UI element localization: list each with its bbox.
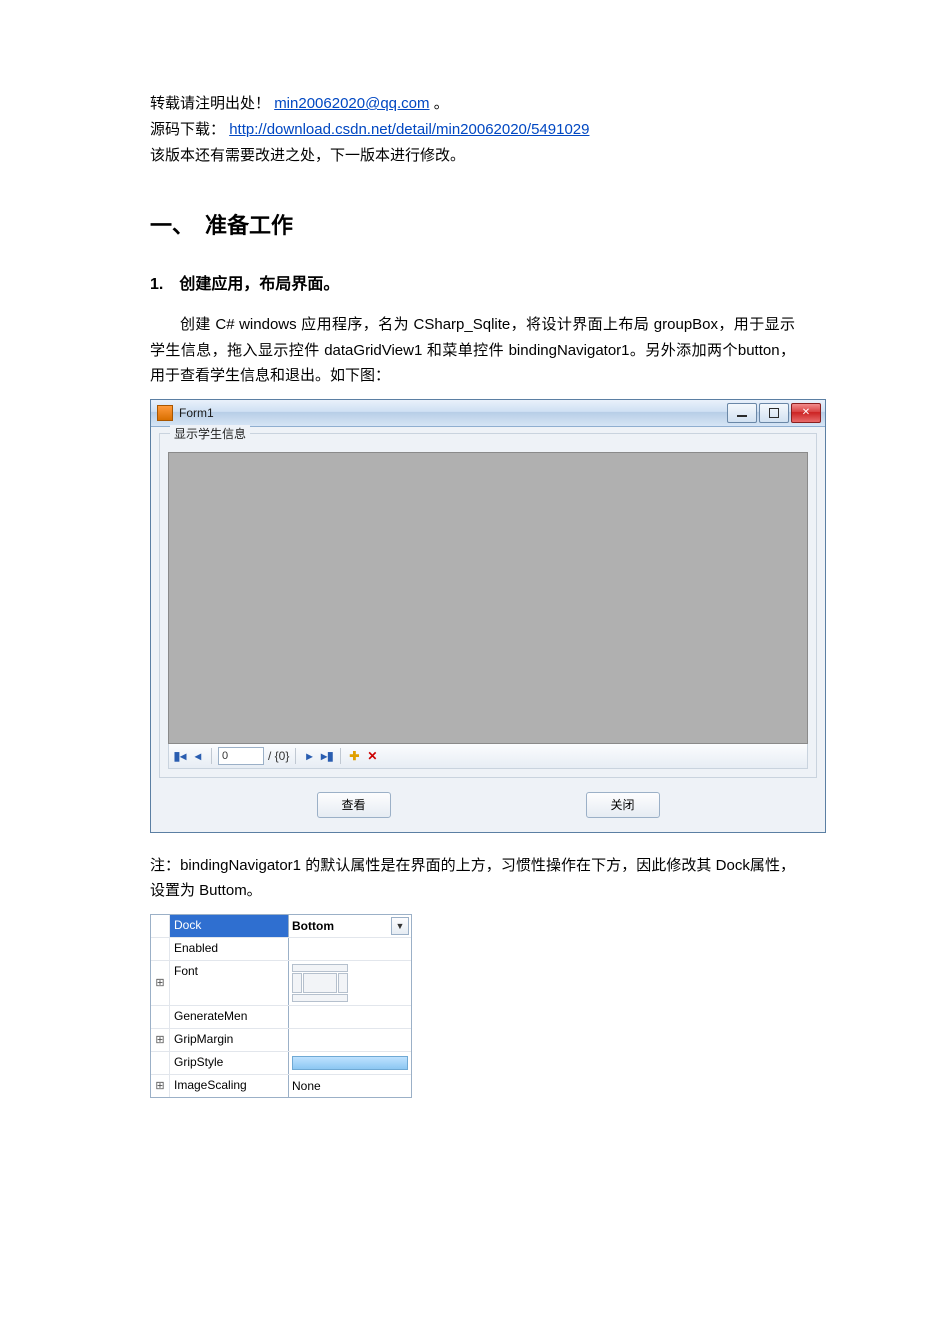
groupbox-legend: 显示学生信息 [170,425,250,442]
property-grid: DockBottom▼Enabled⊞FontGenerateMen⊞GripM… [150,914,412,1098]
expand-icon[interactable]: ⊞ [151,961,170,1005]
intro-line-3: 该版本还有需要改进之处，下一版本进行修改。 [150,144,795,168]
nav-separator [295,748,296,764]
property-row[interactable]: ⊞ImageScalingNone [151,1075,411,1097]
form1-titlebar: Form1 ✕ [151,400,825,427]
document-page: 转载请注明出处！ min20062020@qq.com 。 源码下载： http… [0,0,945,1158]
nav-delete-icon[interactable]: ✕ [365,749,379,763]
expand-icon [151,1006,170,1028]
property-value-text: None [292,1079,321,1093]
form1-title: Form1 [179,406,727,420]
property-row[interactable]: ⊞GripMargin [151,1029,411,1052]
intro-line1-suffix: 。 [434,95,449,112]
nav-separator [211,748,212,764]
nav-first-icon[interactable]: ▮◂ [173,749,187,763]
section-1-heading: 一、 准备工作 [150,208,795,240]
expand-icon [151,1052,170,1074]
nav-add-icon[interactable]: ✚ [347,749,361,763]
maximize-button[interactable] [759,403,789,423]
property-value[interactable]: None [289,1075,411,1097]
property-value[interactable] [289,1006,411,1028]
minimize-button[interactable] [727,403,757,423]
property-value[interactable]: Bottom ▼ [289,915,411,937]
groupbox-student-info: 显示学生信息 ▮◂ ◂ 0 / {0} ▸ ▸▮ ✚ ✕ [159,433,817,778]
view-button[interactable]: 查看 [317,792,391,818]
property-value[interactable] [289,1029,411,1051]
expand-icon [151,915,170,937]
window-buttons: ✕ [727,403,821,423]
property-value-text: Bottom [292,919,334,933]
property-row[interactable]: GenerateMen [151,1006,411,1029]
paragraph-1: 创建 C# windows 应用程序，名为 CSharp_Sqlite，将设计界… [150,312,795,389]
property-name: GripMargin [170,1029,289,1051]
form1-client-area: 显示学生信息 ▮◂ ◂ 0 / {0} ▸ ▸▮ ✚ ✕ 查看 [151,427,825,832]
intro-line-1: 转载请注明出处！ min20062020@qq.com 。 [150,92,795,116]
form1-window: Form1 ✕ 显示学生信息 ▮◂ ◂ 0 / {0} ▸ ▸▮ [150,399,826,833]
nav-position-input[interactable]: 0 [218,747,264,765]
dropdown-icon[interactable]: ▼ [391,917,409,935]
property-value[interactable] [289,938,411,960]
property-name: GripStyle [170,1052,289,1074]
intro-line1-prefix: 转载请注明出处！ [150,95,270,112]
property-row[interactable]: ⊞Font [151,961,411,1006]
close-window-button[interactable]: ✕ [791,403,821,423]
nav-prev-icon[interactable]: ◂ [191,749,205,763]
property-value[interactable] [289,1052,411,1074]
close-button[interactable]: 关闭 [586,792,660,818]
binding-navigator: ▮◂ ◂ 0 / {0} ▸ ▸▮ ✚ ✕ [168,744,808,769]
property-value[interactable] [289,961,411,1005]
intro-line2-prefix: 源码下载： [150,121,225,138]
nav-count-label: / {0} [268,749,289,763]
property-row[interactable]: Enabled [151,938,411,961]
subsection-1-heading: 1. 创建应用，布局界面。 [150,270,795,294]
datagridview[interactable] [168,452,808,744]
form1-app-icon [157,405,173,421]
property-name: Enabled [170,938,289,960]
intro-block: 转载请注明出处！ min20062020@qq.com 。 源码下载： http… [150,92,795,168]
nav-last-icon[interactable]: ▸▮ [320,749,334,763]
property-row[interactable]: DockBottom ▼ [151,915,411,938]
property-name: Dock [170,915,289,937]
note-paragraph: 注：bindingNavigator1 的默认属性是在界面的上方，习惯性操作在下… [150,853,795,904]
expand-icon[interactable]: ⊞ [151,1029,170,1051]
button-row: 查看 关闭 [159,778,817,822]
download-link[interactable]: http://download.csdn.net/detail/min20062… [229,121,589,138]
intro-line-2: 源码下载： http://download.csdn.net/detail/mi… [150,118,795,142]
author-email-link[interactable]: min20062020@qq.com [274,95,429,112]
dock-editor-icon[interactable] [292,964,348,1002]
property-name: ImageScaling [170,1075,289,1097]
expand-icon [151,938,170,960]
nav-separator [340,748,341,764]
nav-next-icon[interactable]: ▸ [302,749,316,763]
expand-icon[interactable]: ⊞ [151,1075,170,1097]
gripstyle-preview [292,1056,408,1070]
property-row[interactable]: GripStyle [151,1052,411,1075]
property-name: GenerateMen [170,1006,289,1028]
property-name: Font [170,961,289,1005]
